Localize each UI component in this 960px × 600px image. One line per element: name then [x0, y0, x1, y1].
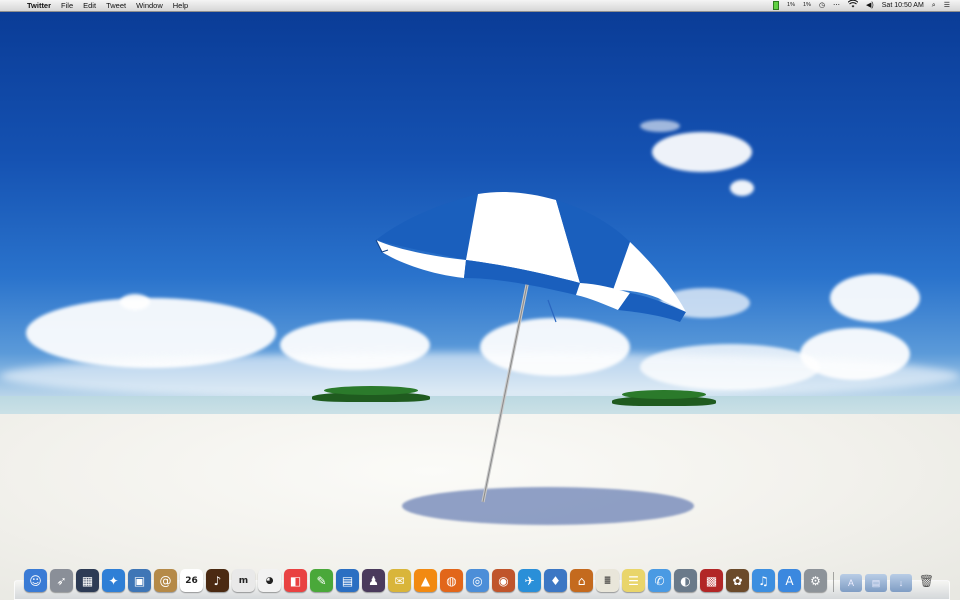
wifi-icon[interactable]	[844, 0, 862, 12]
contacts-icon: @	[159, 573, 172, 588]
menu-help[interactable]: Help	[168, 0, 193, 11]
mailplane-icon: m	[238, 575, 249, 586]
evernote-icon: ✎	[316, 573, 327, 588]
dock-stack-documents[interactable]: ▤	[865, 574, 887, 592]
dock-app-fantastical[interactable]: ◧	[284, 569, 307, 592]
vlc-icon: ▲	[420, 573, 431, 588]
finder-icon: ☺	[29, 573, 42, 588]
dock-app-calendar[interactable]: 26	[180, 569, 203, 592]
iphoto-icon: ✿	[732, 573, 743, 588]
dock-app-iphoto[interactable]: ✿	[726, 569, 749, 592]
cloud	[730, 180, 754, 196]
itunes-visualizer-icon: ♪	[213, 573, 222, 588]
dock-app-launchpad[interactable]: ➶	[50, 569, 73, 592]
dock-app-preview[interactable]: ▣	[128, 569, 151, 592]
system-preferences-icon: ⚙	[810, 573, 821, 588]
textedit-icon: ≣	[603, 575, 612, 586]
dock-app-evernote[interactable]: ✎	[310, 569, 333, 592]
dock-app-tweetie[interactable]: ♦	[544, 569, 567, 592]
folder-icon: ↓	[898, 578, 904, 588]
dock-app-twitter[interactable]: ✈	[518, 569, 541, 592]
dock: ☺ ➶ ▦ ✦ ▣ @26 ♪ m ◕ ◧ ✎ ▤ ♟ ✉ ▲ ◍ ◎ ◉ ✈ ♦ ⌂ ≣ ☰ ✆ ◐ ▩ ✿ ♫ A ⚙ A ▤ ↓ 🗑	[14, 567, 950, 600]
dock-icons: ☺ ➶ ▦ ✦ ▣ @26 ♪ m ◕ ◧ ✎ ▤ ♟ ✉ ▲ ◍ ◎ ◉ ✈ ♦ ⌂ ≣ ☰ ✆ ◐ ▩ ✿ ♫ A ⚙ A ▤ ↓ 🗑	[24, 569, 938, 592]
cloud	[640, 120, 680, 132]
menu-bar: Twitter File Edit Tweet Window Help 1% 1…	[0, 0, 960, 12]
dock-app-mission-control[interactable]: ▦	[76, 569, 99, 592]
app-menu-twitter[interactable]: Twitter	[22, 0, 56, 11]
spotlight-icon[interactable]: ⌕	[928, 0, 940, 11]
dock-app-app-store[interactable]: A	[778, 569, 801, 592]
dock-app-aperture[interactable]: ◉	[492, 569, 515, 592]
chrome-icon: ◎	[472, 573, 483, 588]
aperture-icon: ◉	[498, 573, 509, 588]
dock-app-panda[interactable]: ◕	[258, 569, 281, 592]
safari-icon: ✦	[108, 573, 119, 588]
menu-file[interactable]: File	[56, 0, 78, 11]
dock-app-messages[interactable]: ✆	[648, 569, 671, 592]
cloud	[830, 274, 920, 322]
dock-app-screen-sharing[interactable]: ◐	[674, 569, 697, 592]
cloud	[652, 132, 752, 172]
dock-app-cloud-app[interactable]: ⌂	[570, 569, 593, 592]
timemachine-icon[interactable]: ◷	[815, 0, 829, 11]
dock-trash[interactable]: 🗑	[915, 569, 938, 592]
dock-app-stickies[interactable]: ✉	[388, 569, 411, 592]
dock-app-contacts[interactable]: @	[154, 569, 177, 592]
folder-icon: A	[847, 578, 854, 588]
fantastical-icon: ◧	[289, 573, 302, 588]
trash-icon: 🗑	[918, 573, 935, 588]
launchpad-icon: ➶	[56, 573, 67, 588]
dock-app-photo-booth[interactable]: ▩	[700, 569, 723, 592]
dock-separator	[833, 572, 834, 592]
preview-icon: ▣	[133, 573, 146, 588]
menu-tweet[interactable]: Tweet	[101, 0, 131, 11]
dock-app-finder[interactable]: ☺	[24, 569, 47, 592]
menu-edit[interactable]: Edit	[78, 0, 101, 11]
battery-icon[interactable]	[769, 0, 783, 11]
notes-icon: ☰	[628, 573, 639, 588]
dock-app-disk-utility[interactable]: ▤	[336, 569, 359, 592]
bluetooth-icon[interactable]: ⋯	[829, 0, 844, 11]
twitter-icon: ✈	[524, 573, 535, 588]
clock[interactable]: Sat 10:50 AM	[878, 0, 928, 11]
calendar-icon: 26	[185, 575, 198, 586]
dock-app-firefox[interactable]: ◍	[440, 569, 463, 592]
volume-icon[interactable]: ◀)	[862, 0, 878, 11]
dock-app-mailplane[interactable]: m	[232, 569, 255, 592]
cpu-meter-2[interactable]: 1%	[799, 0, 815, 11]
menu-window[interactable]: Window	[131, 0, 168, 11]
dock-app-notes[interactable]: ☰	[622, 569, 645, 592]
cloud	[120, 294, 150, 310]
dock-app-textedit[interactable]: ≣	[596, 569, 619, 592]
dock-app-safari[interactable]: ✦	[102, 569, 125, 592]
stickies-icon: ✉	[394, 573, 405, 588]
beach-umbrella	[375, 192, 686, 503]
dock-app-system-preferences[interactable]: ⚙	[804, 569, 827, 592]
dock-app-alfred[interactable]: ♟	[362, 569, 385, 592]
dock-app-vlc[interactable]: ▲	[414, 569, 437, 592]
dock-stack-applications[interactable]: A	[840, 574, 862, 592]
notification-list-icon[interactable]: ☰	[940, 0, 954, 11]
itunes-icon: ♫	[758, 573, 769, 588]
disk-utility-icon: ▤	[341, 573, 354, 588]
desktop-wallpaper	[0, 12, 960, 600]
mission-control-icon: ▦	[81, 573, 94, 588]
dock-app-itunes[interactable]: ♫	[752, 569, 775, 592]
folder-icon: ▤	[871, 577, 881, 588]
photo-booth-icon: ▩	[705, 573, 718, 588]
dock-app-chrome[interactable]: ◎	[466, 569, 489, 592]
firefox-icon: ◍	[446, 573, 457, 588]
cloud-app-icon: ⌂	[577, 573, 586, 588]
screen-sharing-icon: ◐	[680, 573, 691, 588]
cpu-meter-1[interactable]: 1%	[783, 0, 799, 11]
tweetie-icon: ♦	[550, 573, 561, 588]
alfred-icon: ♟	[368, 573, 379, 588]
dock-stack-downloads[interactable]: ↓	[890, 574, 912, 592]
dock-app-itunes-visualizer[interactable]: ♪	[206, 569, 229, 592]
app-store-icon: A	[785, 573, 794, 588]
panda-icon: ◕	[265, 575, 274, 586]
messages-icon: ✆	[654, 573, 665, 588]
